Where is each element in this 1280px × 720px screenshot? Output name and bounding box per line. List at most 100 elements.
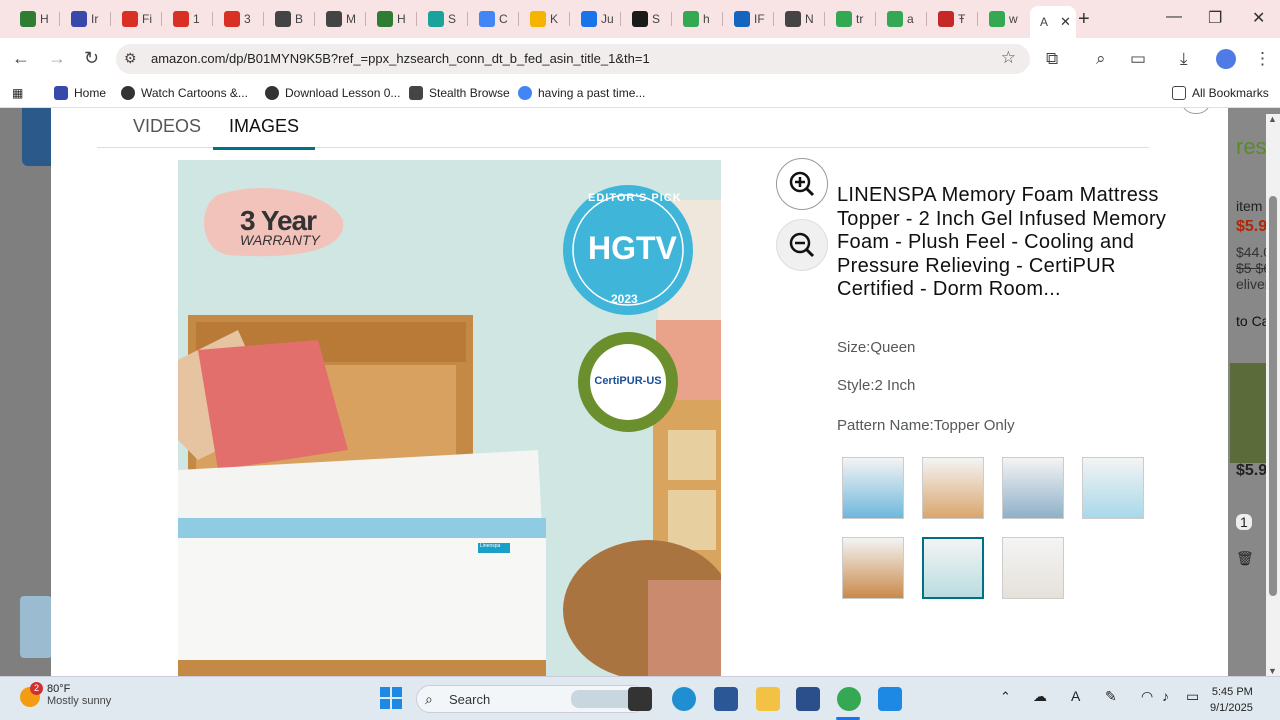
browser-tab[interactable]: w (979, 6, 1025, 32)
tab-title: C (499, 12, 508, 26)
image-thumbnail[interactable] (1082, 457, 1144, 519)
hgtv-logo: HGTV (588, 230, 677, 266)
new-tab-button[interactable]: + (1078, 8, 1090, 31)
image-thumbnail[interactable] (922, 537, 984, 599)
language-icon[interactable]: A (1071, 688, 1080, 704)
image-thumbnail[interactable] (842, 537, 904, 599)
browser-tab[interactable]: a (877, 6, 923, 32)
scrollbar-thumb[interactable] (1269, 196, 1277, 596)
bookmark-label: Watch Cartoons &... (141, 86, 248, 100)
tab-separator (824, 12, 825, 26)
bookmark-item[interactable]: having a past time... (518, 86, 645, 100)
onedrive-icon[interactable]: ☁ (1033, 688, 1047, 705)
tab-favicon (989, 11, 1005, 27)
close-window-icon[interactable]: ✕ (1252, 8, 1265, 28)
minimize-icon[interactable]: — (1166, 8, 1182, 26)
zoom-out-button[interactable] (776, 219, 828, 271)
browser-tab[interactable]: 3 (214, 6, 260, 32)
chevron-up-icon[interactable]: ⌃ (1000, 689, 1011, 705)
cast-icon[interactable]: ▭ (1130, 49, 1146, 69)
task-view-icon[interactable] (628, 687, 652, 711)
scroll-down-icon[interactable]: ▼ (1268, 666, 1277, 676)
tab-title: 1 (193, 12, 200, 26)
tab-title: Ŧ (958, 12, 966, 26)
chrome-icon[interactable] (837, 687, 861, 711)
tab-title: H (40, 12, 49, 26)
extensions-icon[interactable]: ⧉ (1046, 49, 1058, 69)
tab-title: h (703, 12, 710, 26)
tab-images[interactable]: IMAGES (213, 116, 316, 150)
wifi-icon[interactable]: ◠ (1141, 688, 1153, 705)
tab-videos[interactable]: VIDEOS (133, 116, 201, 147)
tab-favicon (683, 11, 699, 27)
active-browser-tab[interactable]: A ✕ (1030, 6, 1076, 38)
browser-tab[interactable]: H (367, 6, 413, 32)
menu-icon[interactable]: ⋮ (1254, 49, 1271, 69)
bg-qty: 1 (1236, 514, 1252, 530)
tab-favicon (734, 11, 750, 27)
url-text[interactable]: amazon.com/dp/B01MYN9K5B?ref_=ppx_hzsear… (151, 51, 650, 66)
image-thumbnail[interactable] (922, 457, 984, 519)
windows-start-icon[interactable] (380, 687, 402, 709)
browser-tab[interactable]: M (316, 6, 362, 32)
browser-tab[interactable]: IF (724, 6, 770, 32)
all-bookmarks[interactable]: All Bookmarks (1172, 86, 1269, 100)
back-icon[interactable]: ← (12, 48, 30, 69)
bookmark-star-icon[interactable]: ☆ (1001, 48, 1016, 68)
tab-favicon (530, 11, 546, 27)
tab-separator (722, 12, 723, 26)
tab-title: 3 (244, 12, 251, 26)
browser-tab[interactable]: tr (826, 6, 872, 32)
tab-separator (161, 12, 162, 26)
pen-icon[interactable]: ✎ (1105, 688, 1117, 705)
tab-title: B (295, 12, 304, 26)
zoom-out-icon (789, 232, 815, 258)
browser-tab[interactable]: S (622, 6, 668, 32)
file-explorer-icon[interactable] (756, 687, 780, 711)
browser-tab[interactable]: Ŧ (928, 6, 974, 32)
battery-icon[interactable]: ▭ (1186, 688, 1199, 705)
bookmark-item[interactable]: Home (54, 86, 106, 100)
calculator-icon[interactable] (878, 687, 902, 711)
address-bar[interactable]: ⚙ amazon.com/dp/B01MYN9K5B?ref_=ppx_hzse… (116, 44, 1030, 74)
download-icon[interactable]: ⤓ (1180, 49, 1188, 69)
app-icon[interactable] (796, 687, 820, 711)
zoom-in-button[interactable] (776, 158, 828, 210)
forward-icon[interactable]: → (48, 48, 66, 69)
browser-tab[interactable]: B (265, 6, 311, 32)
edge-icon[interactable] (672, 687, 696, 711)
close-modal-button[interactable] (1181, 108, 1211, 114)
google-lens-icon[interactable]: ⌕ (1096, 49, 1106, 69)
image-thumbnail[interactable] (1002, 457, 1064, 519)
browser-tab[interactable]: Ir (61, 6, 107, 32)
weather-widget[interactable]: 80°F Mostly sunny (47, 683, 111, 707)
clock[interactable]: 5:45 PM 9/1/2025 (1210, 684, 1253, 716)
bookmark-item[interactable]: Watch Cartoons &... (121, 86, 248, 100)
main-product-image[interactable]: 3 Year WARRANTY EDITOR'S PICK HGTV 2023 … (178, 160, 721, 676)
browser-tab[interactable]: N (775, 6, 821, 32)
bookmark-item[interactable]: Stealth Browse (409, 86, 510, 100)
browser-tab[interactable]: K (520, 6, 566, 32)
tab-close-icon[interactable]: ✕ (1060, 14, 1071, 30)
bookmark-item[interactable]: Download Lesson 0... (265, 86, 400, 100)
apps-grid-icon[interactable]: ▦ (12, 86, 23, 100)
browser-tab[interactable]: Ju (571, 6, 617, 32)
browser-tab[interactable]: Fi (112, 6, 158, 32)
browser-tab[interactable]: C (469, 6, 515, 32)
browser-tab[interactable]: h (673, 6, 719, 32)
image-thumbnail[interactable] (842, 457, 904, 519)
page-scrollbar[interactable]: ▲ ▼ (1266, 114, 1280, 676)
bg-text: to Ca (1236, 313, 1270, 329)
scroll-up-icon[interactable]: ▲ (1268, 114, 1277, 124)
word-icon[interactable] (714, 687, 738, 711)
browser-tab[interactable]: H (10, 6, 56, 32)
taskbar-search[interactable]: ⌕ Search (416, 685, 646, 713)
reload-icon[interactable]: ↻ (84, 48, 99, 69)
maximize-icon[interactable]: ❐ (1208, 8, 1222, 28)
browser-tab[interactable]: S (418, 6, 464, 32)
browser-tab[interactable]: 1 (163, 6, 209, 32)
image-thumbnail[interactable] (1002, 537, 1064, 599)
volume-icon[interactable]: ♪ (1162, 688, 1169, 704)
site-settings-icon[interactable]: ⚙ (124, 50, 137, 67)
profile-avatar[interactable] (1216, 49, 1236, 69)
